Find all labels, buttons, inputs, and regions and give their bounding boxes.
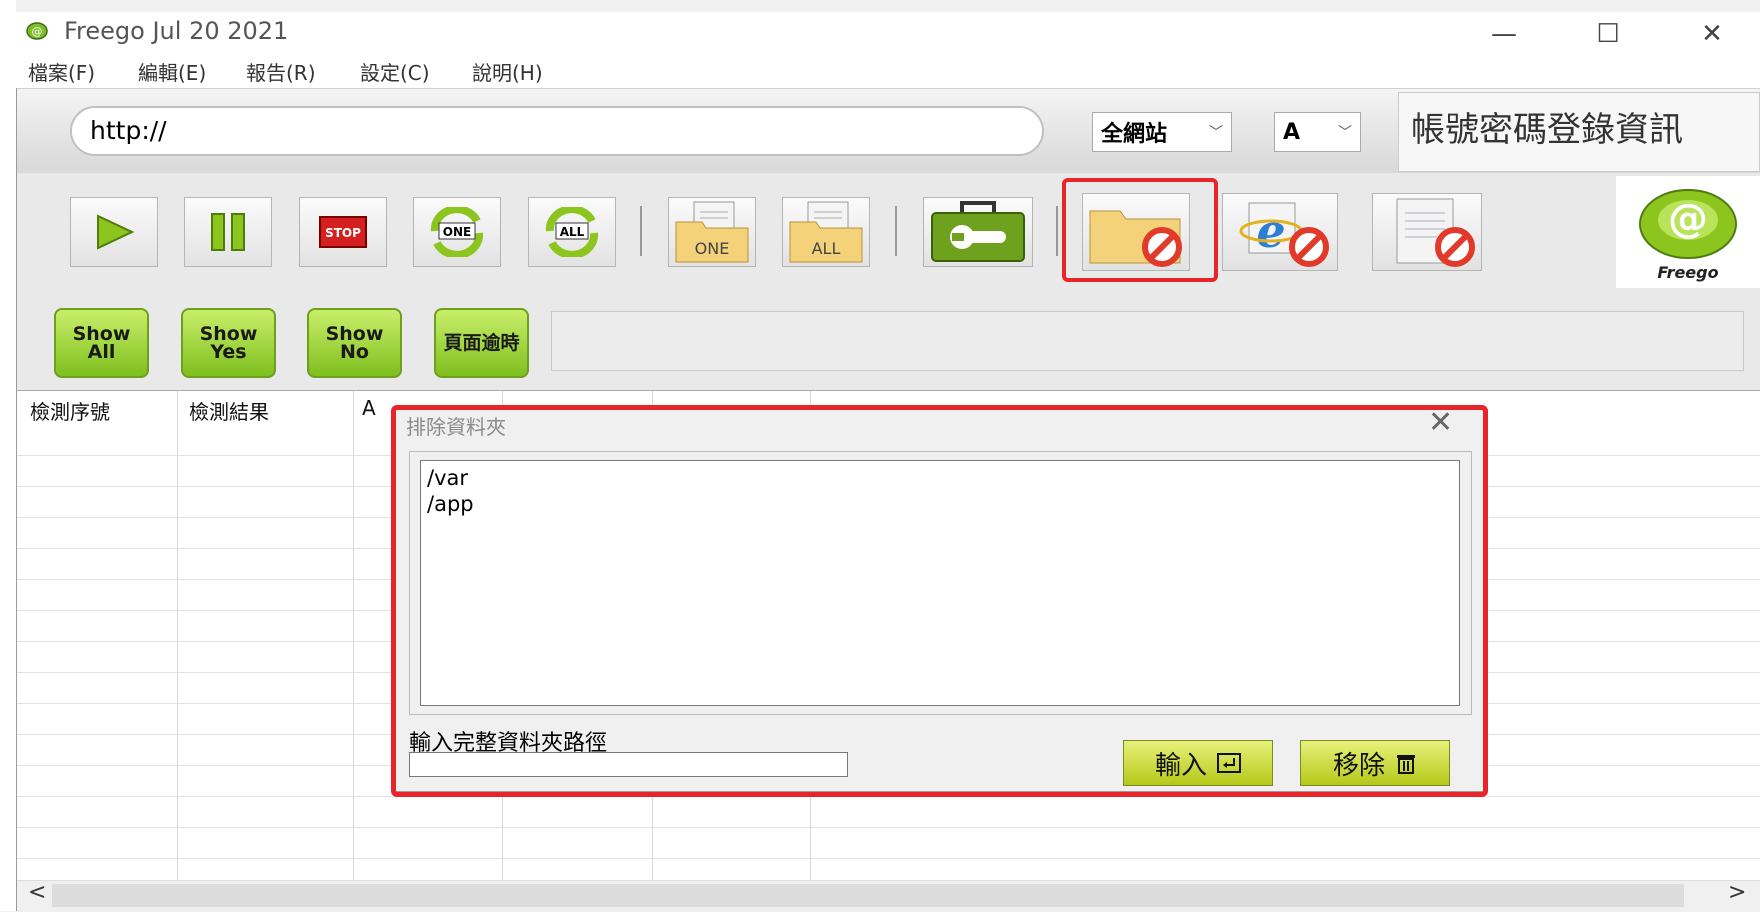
scroll-right-button[interactable]: > — [1728, 880, 1746, 905]
refresh-one-icon: ONE — [430, 207, 484, 257]
refresh-all-label: ALL — [560, 225, 585, 239]
maximize-button[interactable]: ☐ — [1578, 14, 1638, 54]
exclude-browser-icon: e — [1239, 202, 1329, 267]
column-divider — [177, 391, 178, 881]
menu-help[interactable]: 說明(H) — [472, 57, 543, 86]
row-divider — [17, 858, 1760, 859]
chevron-down-icon: ﹀ — [1209, 125, 1223, 141]
column-header-test-id[interactable]: 檢測序號 — [30, 396, 110, 425]
background — [0, 0, 16, 911]
toolbar-separator — [895, 206, 897, 256]
app-logo-icon: @ — [26, 22, 48, 40]
pause-icon — [211, 213, 245, 251]
menu-report[interactable]: 報告(R) — [246, 57, 316, 86]
column-header-level[interactable]: A — [362, 396, 376, 420]
level-select[interactable]: A ﹀ — [1274, 112, 1361, 152]
open-folder-all-button[interactable]: ALL — [782, 197, 870, 267]
menu-settings[interactable]: 設定(C) — [360, 57, 430, 86]
close-button[interactable]: ✕ — [1682, 14, 1742, 54]
filter-status-field — [551, 311, 1744, 371]
svg-text:e: e — [1256, 204, 1285, 258]
refresh-one-label: ONE — [443, 225, 471, 239]
scope-select-value: 全網站 — [1101, 122, 1168, 147]
tools-button[interactable] — [923, 197, 1033, 267]
toolbox-icon — [931, 201, 1025, 262]
exclude-document-icon — [1396, 198, 1475, 267]
play-icon — [97, 214, 135, 250]
toolbar — [17, 173, 1760, 290]
play-button[interactable] — [70, 197, 158, 267]
window-title: Freego Jul 20 2021 — [64, 17, 289, 45]
refresh-all-button[interactable]: ALL — [528, 197, 616, 267]
stop-button[interactable]: STOP — [299, 197, 387, 267]
exclude-url-button[interactable]: e — [1222, 193, 1338, 271]
refresh-all-icon: ALL — [545, 207, 599, 257]
menu-file[interactable]: 檔案(F) — [28, 57, 95, 86]
refresh-one-button[interactable]: ONE — [413, 197, 501, 267]
url-input[interactable]: http:// — [70, 106, 1044, 156]
show-all-button[interactable]: Show All — [54, 308, 149, 378]
stop-label: STOP — [325, 226, 361, 240]
folder-all-label: ALL — [812, 239, 841, 258]
column-header-test-result[interactable]: 檢測結果 — [189, 396, 269, 425]
svg-text:@: @ — [32, 25, 43, 38]
chevron-down-icon: ﹀ — [1338, 125, 1352, 141]
toolbar-separator — [640, 206, 642, 256]
highlight-exclude-folder — [1062, 178, 1218, 282]
highlight-dialog — [391, 405, 1488, 797]
open-folder-one-button[interactable]: ONE — [668, 197, 756, 267]
exclude-page-button[interactable] — [1372, 193, 1482, 271]
login-info-panel[interactable]: 帳號密碼登錄資訊 — [1398, 92, 1760, 172]
show-yes-button[interactable]: Show Yes — [181, 308, 276, 378]
menu-edit[interactable]: 編輯(E) — [138, 57, 206, 86]
minimize-button[interactable]: — — [1474, 14, 1534, 54]
row-divider — [17, 827, 1760, 828]
scroll-left-button[interactable]: < — [28, 880, 46, 905]
logo-text: Freego — [1657, 263, 1718, 282]
show-no-button[interactable]: Show No — [307, 308, 402, 378]
folder-document-icon: ALL — [789, 201, 863, 263]
stop-icon: STOP — [319, 216, 367, 248]
freego-logo: @ Freego — [1616, 176, 1760, 288]
level-select-value: A — [1283, 119, 1301, 145]
svg-text:@: @ — [1668, 196, 1708, 242]
column-divider — [353, 391, 354, 881]
scrollbar-thumb[interactable] — [52, 884, 1684, 907]
folder-document-icon: ONE — [675, 201, 749, 263]
page-timeout-button[interactable]: 頁面逾時 — [434, 308, 529, 378]
folder-one-label: ONE — [695, 239, 730, 258]
pause-button[interactable] — [184, 197, 272, 267]
scope-select[interactable]: 全網站 ﹀ — [1092, 112, 1232, 152]
toolbar-separator — [1056, 206, 1058, 256]
